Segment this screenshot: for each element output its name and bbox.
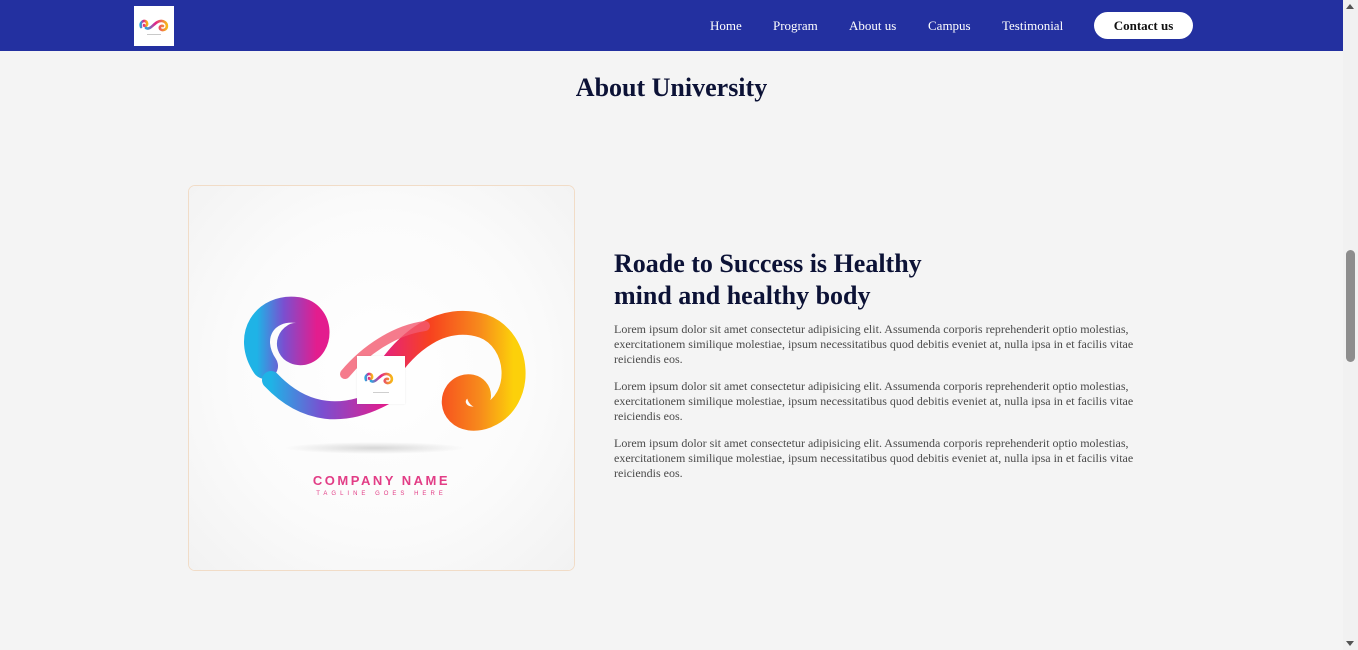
- about-paragraph: Lorem ipsum dolor sit amet consectetur a…: [614, 322, 1134, 366]
- nav-link-about-us[interactable]: About us: [849, 18, 896, 34]
- page-title: About University: [575, 73, 768, 102]
- scrollbar-thumb[interactable]: [1346, 250, 1355, 362]
- brand-logo[interactable]: [134, 6, 174, 46]
- infinity-swirl-logo-icon: [139, 19, 169, 35]
- chevron-up-icon[interactable]: [1346, 4, 1354, 9]
- nav-link-testimonial[interactable]: Testimonial: [1002, 18, 1063, 34]
- nav-link-program[interactable]: Program: [773, 18, 818, 34]
- nav-link-campus[interactable]: Campus: [928, 18, 971, 34]
- tagline-text: TAGLINE GOES HERE: [316, 491, 447, 497]
- about-paragraph: Lorem ipsum dolor sit amet consectetur a…: [614, 379, 1134, 423]
- contact-us-button[interactable]: Contact us: [1094, 12, 1193, 39]
- nav-link-home[interactable]: Home: [710, 18, 742, 34]
- company-name-text: COMPANY NAME: [312, 473, 451, 488]
- infinity-swirl-logo-icon: [364, 372, 394, 393]
- section-heading: Roade to Success is Healthy mind and hea…: [614, 249, 922, 310]
- top-navbar: Home Program About us Campus Testimonial…: [0, 0, 1343, 51]
- about-image-card: COMPANY NAME TAGLINE GOES HERE: [188, 185, 575, 571]
- chevron-down-icon[interactable]: [1346, 641, 1354, 646]
- about-paragraph: Lorem ipsum dolor sit amet consectetur a…: [614, 436, 1134, 480]
- page-scrollbar[interactable]: [1343, 0, 1358, 650]
- small-logo-badge: [357, 356, 405, 404]
- about-content: Roade to Success is Healthy mind and hea…: [614, 248, 1154, 493]
